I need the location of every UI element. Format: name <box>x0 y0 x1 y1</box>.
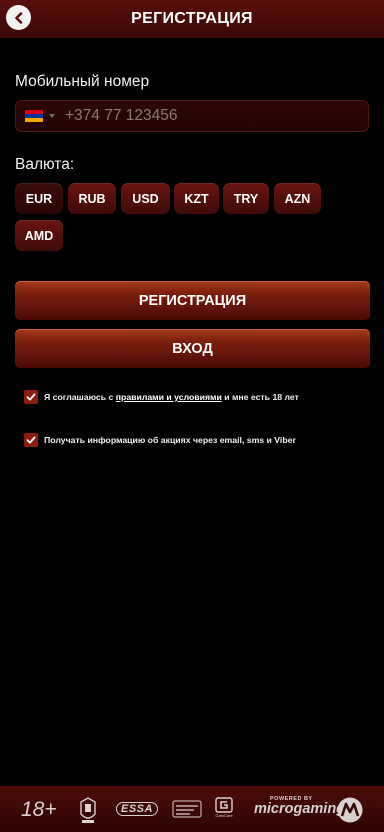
gambling-safe-logo-icon <box>172 799 202 819</box>
terms-prefix: Я соглашаюсь с <box>44 392 116 402</box>
currency-rub-button[interactable]: RUB <box>68 183 116 214</box>
currency-azn-button[interactable]: AZN <box>274 183 321 214</box>
armenia-flag-icon[interactable] <box>25 110 43 122</box>
currency-eur-button[interactable]: EUR <box>15 183 63 214</box>
phone-field <box>15 100 369 132</box>
terms-link[interactable]: правилами и условиями <box>116 392 222 402</box>
promo-row: Получать информацию об акциях через emai… <box>24 433 296 447</box>
terms-text: Я соглашаюсь с правилами и условиями и м… <box>44 392 299 402</box>
terms-checkbox[interactable] <box>24 390 38 404</box>
terms-row: Я соглашаюсь с правилами и условиями и м… <box>24 390 299 404</box>
chevron-down-icon[interactable] <box>49 114 55 118</box>
checkmark-icon <box>26 393 36 401</box>
gamcare-icon <box>215 797 233 813</box>
microgaming-logo: POWERED BY microgaming <box>254 796 345 817</box>
phone-label: Мобильный номер <box>15 73 150 90</box>
promo-text: Получать информацию об акциях через emai… <box>44 435 296 445</box>
checkmark-icon <box>26 436 36 444</box>
currency-kzt-button[interactable]: KZT <box>174 183 219 214</box>
gamcare-logo: GamCare <box>215 797 233 818</box>
microgaming-text: microgaming <box>254 801 346 817</box>
gamcare-text: GamCare <box>215 813 233 818</box>
microgaming-m-icon <box>336 796 364 824</box>
age-limit-badge: 18+ <box>21 798 57 821</box>
currency-label: Валюта: <box>15 156 75 173</box>
header-bar: РЕГИСТРАЦИЯ <box>0 0 384 38</box>
currency-try-button[interactable]: TRY <box>223 183 269 214</box>
currency-amd-button[interactable]: AMD <box>15 220 63 251</box>
essa-logo: ESSA <box>116 802 158 816</box>
page-title: РЕГИСТРАЦИЯ <box>131 10 253 27</box>
promo-checkbox[interactable] <box>24 433 38 447</box>
back-button[interactable] <box>6 5 31 30</box>
login-button[interactable]: ВХОД <box>15 329 370 368</box>
license-seal-icon <box>79 796 97 824</box>
chevron-left-icon <box>14 11 22 24</box>
terms-suffix: и мне есть 18 лет <box>221 392 299 402</box>
phone-input[interactable] <box>65 107 368 125</box>
register-button[interactable]: РЕГИСТРАЦИЯ <box>15 281 370 320</box>
currency-usd-button[interactable]: USD <box>121 183 170 214</box>
footer: 18+ ESSA GamCare POWERED BY microgaming <box>0 786 384 832</box>
